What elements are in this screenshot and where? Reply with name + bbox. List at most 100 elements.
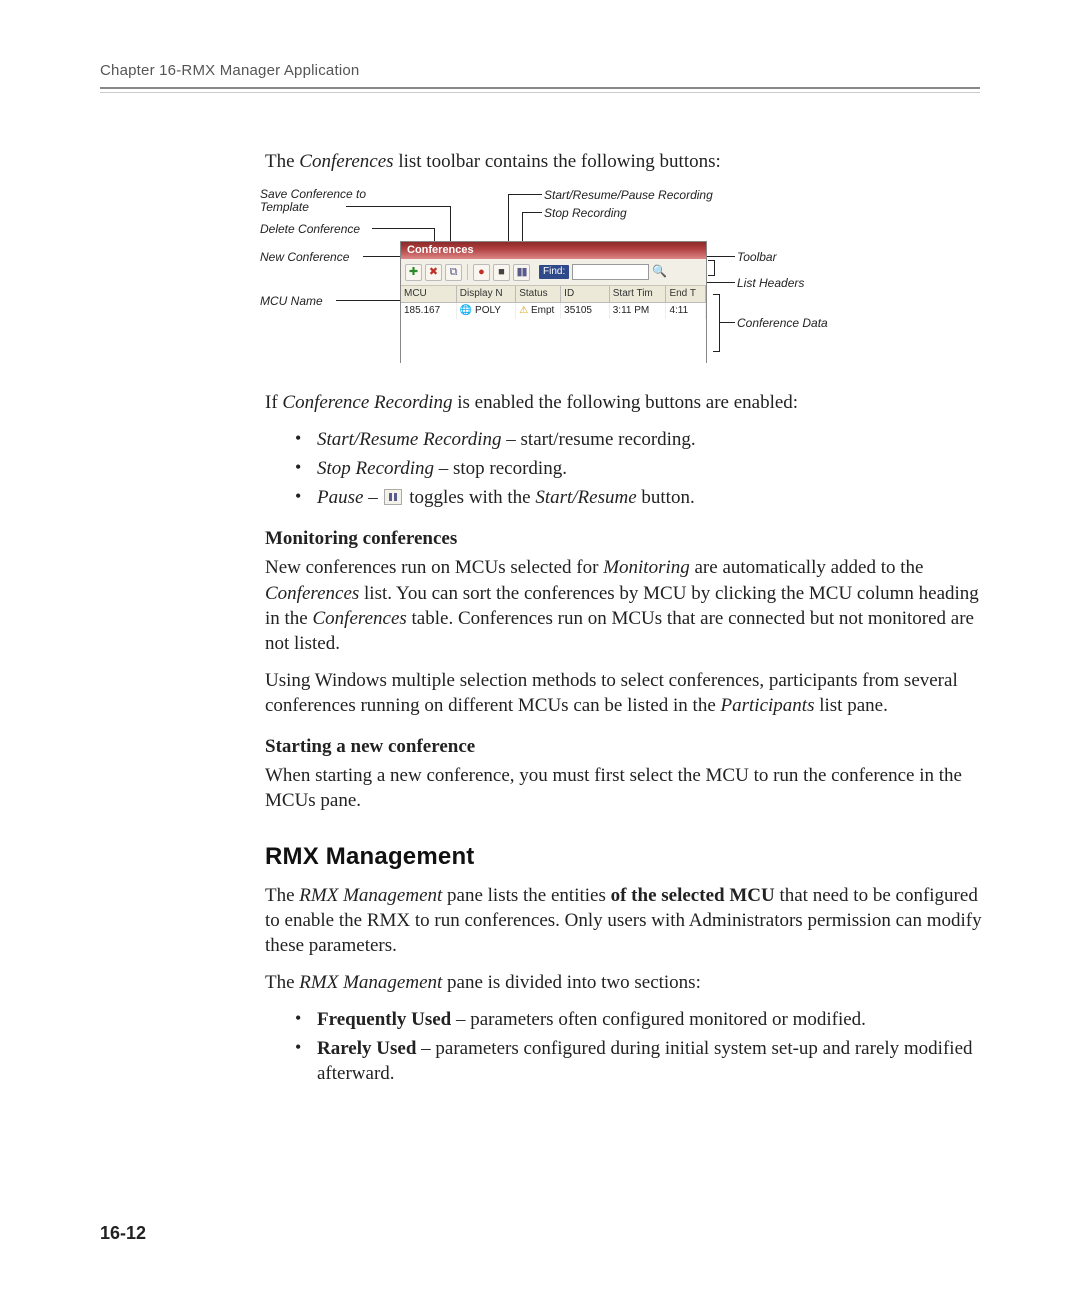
callout-line — [705, 256, 735, 257]
text: The — [265, 972, 299, 993]
italic: Start/Resume Recording — [317, 429, 502, 450]
col-start[interactable]: Start Tim — [610, 286, 667, 302]
intro-paragraph: The Conferences list toolbar contains th… — [265, 149, 985, 174]
col-display[interactable]: Display N — [457, 286, 516, 302]
text: – stop recording. — [434, 458, 567, 479]
italic: Conferences — [265, 583, 359, 604]
callout-line — [346, 206, 450, 207]
col-end[interactable]: End T — [666, 286, 706, 302]
col-status[interactable]: Status — [516, 286, 561, 302]
conferences-window: Conferences ✚ ✖ ⧉ ● ■ ▮▮ Find: 🔍 — [400, 241, 707, 363]
figure-wrap: Save Conference to Template Delete Confe… — [265, 186, 985, 376]
text: The — [265, 151, 299, 172]
callout-save-template: Save Conference to Template — [260, 188, 390, 214]
italic: Participants — [721, 695, 815, 716]
cell-status: ⚠ Empt — [516, 303, 561, 319]
text: – — [363, 487, 382, 508]
search-icon[interactable]: 🔍 — [652, 264, 667, 280]
col-id[interactable]: ID — [561, 286, 610, 302]
list-item: Stop Recording – stop recording. — [289, 456, 985, 481]
record-start-icon[interactable]: ● — [473, 264, 490, 281]
text: pane lists the entities — [442, 885, 610, 906]
text: list pane. — [814, 695, 887, 716]
callout-stop-rec: Stop Recording — [544, 206, 627, 222]
header-rule — [100, 87, 980, 93]
running-header: Chapter 16-RMX Manager Application — [100, 62, 980, 79]
text: Empt — [531, 305, 554, 316]
text: If — [265, 392, 282, 413]
starting-p: When starting a new conference, you must… — [265, 763, 985, 813]
italic: Pause — [317, 487, 363, 508]
list-item: Pause – toggles with the Start/Resume bu… — [289, 485, 985, 510]
callout-toolbar: Toolbar — [737, 250, 777, 266]
cell-display: 🌐 POLY — [457, 303, 516, 319]
cell-end: 4:11 — [666, 303, 706, 319]
italic: Stop Recording — [317, 458, 434, 479]
text: pane is divided into two sections: — [442, 972, 701, 993]
monitoring-p1: New conferences run on MCUs selected for… — [265, 555, 985, 655]
text: toggles with the — [404, 487, 535, 508]
text: is enabled the following buttons are ena… — [452, 392, 798, 413]
separator — [467, 264, 468, 280]
column-headers: MCU Display N Status ID Start Tim End T — [401, 286, 706, 303]
subhead-monitoring: Monitoring conferences — [265, 526, 985, 551]
cell-start: 3:11 PM — [610, 303, 667, 319]
bold: Rarely Used — [317, 1038, 416, 1059]
section-heading-rmx-management: RMX Management — [265, 841, 985, 873]
italic: Conferences — [299, 151, 393, 172]
callout-line — [522, 212, 542, 213]
page-number: 16-12 — [100, 1223, 146, 1244]
page: Chapter 16-RMX Manager Application The C… — [0, 0, 1080, 1306]
callout-line — [705, 282, 735, 283]
window-title: Conferences — [401, 242, 706, 259]
callout-line — [372, 228, 434, 229]
italic: Start/Resume — [535, 487, 636, 508]
mgmt-p2: The RMX Management pane is divided into … — [265, 970, 985, 995]
table-row[interactable]: 185.167 🌐 POLY ⚠ Empt 35105 3:11 PM 4:11 — [401, 303, 706, 319]
callout-list-headers: List Headers — [737, 276, 804, 292]
callout-line — [508, 194, 542, 195]
new-conference-icon[interactable]: ✚ — [405, 264, 422, 281]
after-figure-paragraph: If Conference Recording is enabled the f… — [265, 390, 985, 415]
save-template-icon[interactable]: ⧉ — [445, 264, 462, 281]
bracket — [713, 294, 720, 352]
cell-mcu: 185.167 — [401, 303, 457, 319]
list-item: Start/Resume Recording – start/resume re… — [289, 427, 985, 452]
text: – parameters often configured monitored … — [451, 1009, 866, 1030]
text: are automatically added to the — [690, 557, 924, 578]
text: button. — [637, 487, 695, 508]
record-pause-icon[interactable]: ▮▮ — [513, 264, 530, 281]
text: The — [265, 885, 299, 906]
callout-delete-conf: Delete Conference — [260, 222, 360, 238]
find-label: Find: — [539, 265, 569, 278]
italic: Conferences — [313, 608, 407, 629]
record-stop-icon[interactable]: ■ — [493, 264, 510, 281]
recording-buttons-list: Start/Resume Recording – start/resume re… — [289, 427, 985, 510]
callout-line — [336, 300, 402, 301]
italic: RMX Management — [299, 972, 442, 993]
table-blank — [401, 319, 706, 365]
col-mcu[interactable]: MCU — [401, 286, 457, 302]
callout-new-conf: New Conference — [260, 250, 349, 266]
monitoring-p2: Using Windows multiple selection methods… — [265, 668, 985, 718]
annotated-figure: Save Conference to Template Delete Confe… — [260, 186, 860, 376]
text: – parameters configured during initial s… — [317, 1038, 973, 1084]
italic: Conference Recording — [282, 392, 452, 413]
find-input[interactable] — [572, 264, 649, 280]
bold: of the selected MCU — [611, 885, 775, 906]
bracket — [708, 260, 715, 276]
cell-id: 35105 — [561, 303, 610, 319]
text: New conferences run on MCUs selected for — [265, 557, 603, 578]
window-toolbar: ✚ ✖ ⧉ ● ■ ▮▮ Find: 🔍 — [401, 259, 706, 286]
subhead-starting: Starting a new conference — [265, 734, 985, 759]
mgmt-p1: The RMX Management pane lists the entiti… — [265, 883, 985, 958]
list-item: Frequently Used – parameters often confi… — [289, 1007, 985, 1032]
content: The Conferences list toolbar contains th… — [265, 149, 985, 1086]
callout-start-pause: Start/Resume/Pause Recording — [544, 188, 713, 204]
list-item: Rarely Used – parameters configured duri… — [289, 1036, 985, 1086]
bold: Frequently Used — [317, 1009, 451, 1030]
find-box: Find: 🔍 — [539, 264, 667, 280]
italic: RMX Management — [299, 885, 442, 906]
text: list toolbar contains the following butt… — [394, 151, 721, 172]
delete-conference-icon[interactable]: ✖ — [425, 264, 442, 281]
